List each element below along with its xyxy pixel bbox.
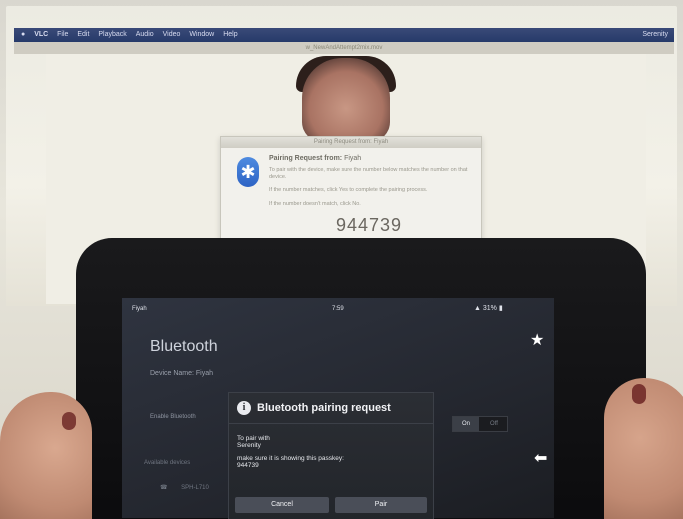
- toggle-off[interactable]: Off: [481, 417, 507, 431]
- menu-vlc[interactable]: VLC: [34, 31, 48, 38]
- info-icon: i: [237, 401, 251, 415]
- bluetooth-pairing-dialog: i Bluetooth pairing request To pair with…: [228, 392, 434, 519]
- passkey-instruction: make sure it is showing this passkey:: [237, 455, 344, 462]
- battery-icon: ▮: [498, 305, 503, 312]
- menu-help[interactable]: Help: [223, 31, 237, 38]
- menu-window[interactable]: Window: [189, 31, 214, 38]
- dialog-text-2: If the number matches, click Yes to comp…: [269, 187, 428, 193]
- left-hand: [0, 392, 92, 519]
- battery-percent: 31%: [482, 305, 497, 312]
- pairing-dialog-body: To pair with Serenity make sure it is sh…: [237, 435, 344, 469]
- tablet-passkey: 944739: [237, 462, 259, 469]
- menu-edit[interactable]: Edit: [77, 31, 89, 38]
- status-indicators: ▲ 31% ▮: [474, 304, 503, 312]
- toggle-on[interactable]: On: [453, 417, 479, 431]
- dialog-text-3: If the number doesn't match, click No.: [269, 201, 361, 207]
- phone-icon: ☎: [160, 485, 168, 491]
- dialog-heading: Pairing Request from: Fiyah: [269, 155, 361, 162]
- pair-button[interactable]: Pair: [335, 497, 427, 513]
- person-face: [302, 58, 390, 142]
- wifi-icon: ▲: [474, 305, 481, 312]
- status-time: 7:59: [332, 306, 344, 312]
- device-list-label: SPH-L710: [181, 485, 209, 491]
- back-arrow-icon[interactable]: ⬅: [534, 448, 547, 468]
- mac-passkey: 944739: [335, 215, 403, 235]
- pairing-dialog-header: i Bluetooth pairing request: [229, 393, 433, 424]
- left-thumbnail: [62, 412, 76, 430]
- dialog-titlebar: Pairing Request from: Fiyah: [221, 137, 481, 148]
- bluetooth-toggle[interactable]: On Off: [452, 416, 508, 432]
- pairing-dialog-title: Bluetooth pairing request: [257, 402, 391, 414]
- menu-video[interactable]: Video: [163, 31, 181, 38]
- dialog-heading-device: Fiyah: [344, 155, 362, 162]
- bluetooth-icon: ✱: [237, 157, 259, 187]
- right-thumbnail: [632, 384, 646, 404]
- settings-title: Bluetooth: [150, 338, 218, 355]
- mac-menubar: ● VLC File Edit Playback Audio Video Win…: [14, 28, 674, 42]
- status-device-name: Fiyah: [132, 306, 147, 312]
- apple-menu-icon[interactable]: ●: [21, 31, 25, 38]
- menu-file[interactable]: File: [57, 31, 68, 38]
- dialog-heading-label: Pairing Request from:: [269, 155, 343, 162]
- menubar-user[interactable]: Serenity: [642, 28, 668, 42]
- pair-device-name: Serenity: [237, 442, 261, 449]
- pair-with-label: To pair with: [237, 435, 270, 442]
- enable-bluetooth-label: Enable Bluetooth: [150, 414, 196, 420]
- vlc-window-title: w_NewAndAttempt2mix.mov: [14, 42, 674, 54]
- cancel-button[interactable]: Cancel: [235, 497, 329, 513]
- star-icon[interactable]: ★: [530, 330, 544, 350]
- device-list-item[interactable]: ☎ SPH-L710: [160, 484, 209, 491]
- dialog-text-1: To pair with the device, make sure the n…: [269, 167, 468, 180]
- photo-background: ● VLC File Edit Playback Audio Video Win…: [0, 0, 683, 519]
- menu-audio[interactable]: Audio: [136, 31, 154, 38]
- available-devices-label: Available devices: [144, 460, 191, 466]
- menu-playback[interactable]: Playback: [98, 31, 126, 38]
- device-name-label: Device Name: Fiyah: [150, 370, 214, 377]
